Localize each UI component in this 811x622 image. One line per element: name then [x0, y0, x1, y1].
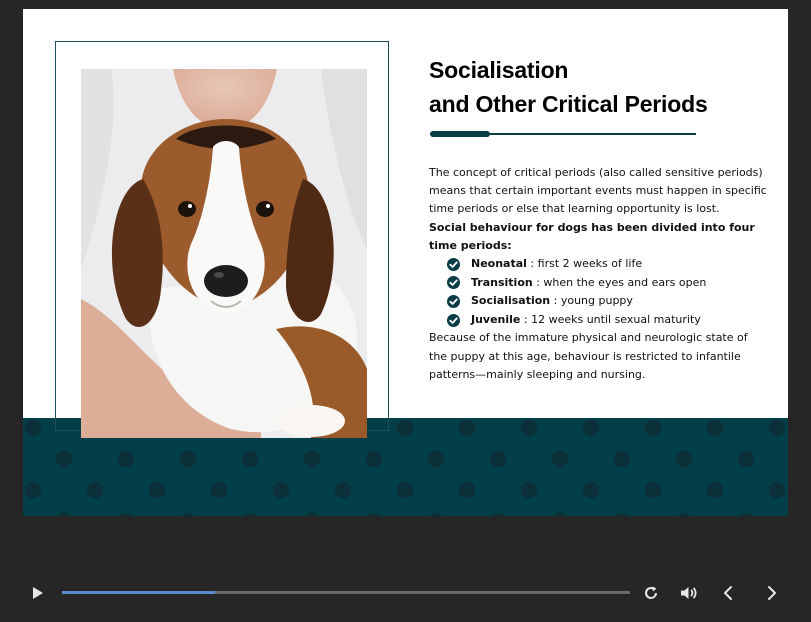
- conclusion-paragraph: Because of the immature physical and neu…: [429, 331, 748, 381]
- list-item: Transition : when the eyes and ears open: [447, 274, 769, 293]
- title-divider-accent: [430, 131, 490, 137]
- replay-icon[interactable]: [643, 585, 659, 605]
- slide-body: The concept of critical periods (also ca…: [429, 164, 769, 384]
- period-desc: : first 2 weeks of life: [526, 257, 643, 271]
- period-term: Juvenile: [471, 312, 521, 326]
- period-term: Socialisation: [471, 294, 551, 308]
- list-item: Socialisation : young puppy: [447, 292, 769, 311]
- intro-paragraph: The concept of critical periods (also ca…: [429, 166, 767, 216]
- check-circle-icon: [447, 295, 460, 308]
- slide-title: Socialisation and Other Critical Periods: [429, 53, 759, 121]
- title-line-2: and Other Critical Periods: [429, 91, 708, 117]
- periods-list: Neonatal : first 2 weeks of life Transit…: [429, 255, 769, 329]
- check-circle-icon: [447, 276, 460, 290]
- next-icon[interactable]: [766, 585, 778, 605]
- list-item: Juvenile : 12 weeks until sexual maturit…: [447, 311, 769, 330]
- previous-icon[interactable]: [722, 585, 734, 605]
- period-desc: : 12 weeks until sexual maturity: [520, 312, 701, 326]
- check-circle-icon: [447, 257, 460, 271]
- period-term: Transition: [471, 275, 533, 289]
- period-term: Neonatal: [471, 257, 527, 271]
- period-desc: : when the eyes and ears open: [532, 275, 707, 289]
- player-controls: [0, 575, 811, 611]
- play-icon[interactable]: [31, 585, 45, 605]
- puppy-photo: [81, 69, 367, 438]
- list-item: Neonatal : first 2 weeks of life: [447, 255, 769, 274]
- progress-fill: [62, 591, 216, 594]
- slide: Socialisation and Other Critical Periods…: [23, 9, 788, 516]
- volume-icon[interactable]: [680, 585, 698, 605]
- check-circle-icon: [447, 313, 460, 327]
- period-desc: : young puppy: [550, 294, 633, 308]
- division-heading: Social behaviour for dogs has been divid…: [429, 220, 755, 252]
- title-line-1: Socialisation: [429, 57, 569, 83]
- progress-bar[interactable]: [62, 591, 630, 594]
